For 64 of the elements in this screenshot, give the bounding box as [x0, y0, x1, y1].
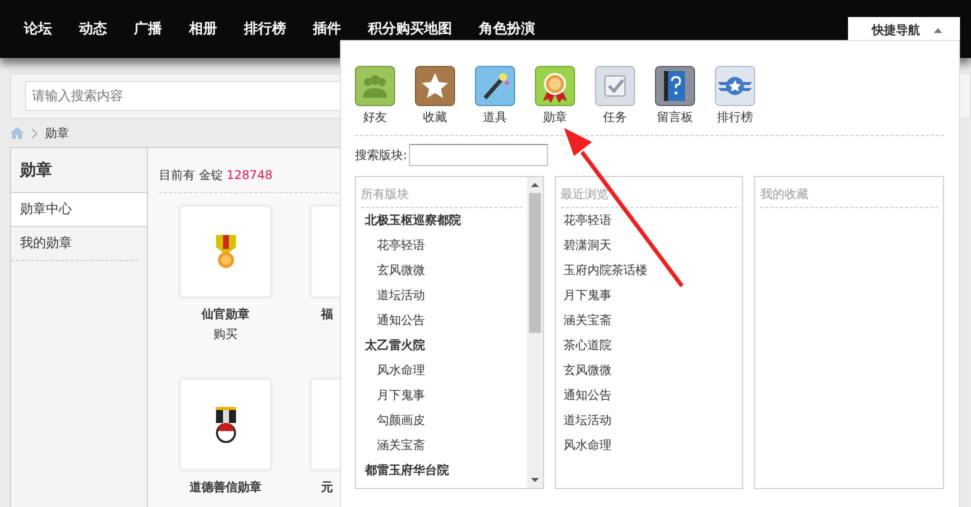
forum-group[interactable]: 北极玉枢巡察都院 — [361, 208, 522, 233]
forum-search-label: 搜索版块: — [355, 146, 408, 164]
wand-icon — [475, 66, 515, 106]
forum-link[interactable]: 月下鬼事 — [560, 283, 738, 308]
list-title: 我的收藏 — [760, 177, 938, 208]
breadcrumb-current: 勋章 — [45, 124, 69, 142]
medal-name[interactable]: 道德善信勋章 — [190, 479, 262, 496]
medal-icon — [214, 406, 236, 442]
forum-link[interactable]: 通知公告 — [361, 308, 522, 333]
medal-name[interactable]: 福 — [321, 306, 333, 323]
app-link[interactable]: 任务 — [595, 66, 635, 126]
forum-group[interactable]: 太乙雷火院 — [361, 333, 522, 358]
nav-link[interactable]: 论坛 — [24, 20, 52, 38]
forum-link[interactable]: 玄风微微 — [560, 358, 738, 383]
balance-value: 128748 — [226, 168, 272, 182]
scroll-thumb[interactable] — [528, 193, 541, 333]
forum-link[interactable]: 碧潇洞天 — [560, 233, 738, 258]
scroll-up-icon[interactable] — [530, 183, 539, 187]
forum-link[interactable]: 风水命理 — [361, 358, 522, 383]
checkbox-icon — [595, 66, 635, 106]
nav-link[interactable]: 相册 — [189, 20, 217, 38]
forum-link[interactable]: 通知公告 — [560, 383, 738, 408]
nav-link[interactable]: 角色扮演 — [479, 20, 535, 38]
sidebar-item[interactable]: 勋章中心 — [11, 193, 147, 227]
people-icon — [355, 66, 395, 106]
nav-link[interactable]: 插件 — [313, 20, 341, 38]
medal-name[interactable]: 仙官勋章 — [202, 306, 250, 323]
forum-link[interactable]: 道坛活动 — [560, 408, 738, 433]
list-title: 所有版块 — [361, 177, 522, 208]
sidebar-item[interactable]: 我的勋章 — [11, 227, 138, 261]
scroll-down-icon[interactable] — [530, 478, 539, 482]
forum-link[interactable]: 花亭轻语 — [361, 233, 522, 258]
app-link[interactable]: 道具 — [475, 66, 515, 126]
forum-link[interactable]: 月下鬼事 — [361, 383, 522, 408]
forum-link[interactable]: 涵关宝斋 — [560, 308, 738, 333]
medal-icon — [214, 234, 236, 268]
list-title: 最近浏览 — [560, 177, 738, 208]
medal-card[interactable] — [178, 377, 273, 472]
nav-link[interactable]: 积分购买地图 — [368, 20, 452, 38]
balance-label: 目前有 金锭 — [159, 168, 223, 182]
app-link[interactable]: 勋章 — [535, 66, 575, 126]
app-link[interactable]: 排行榜 — [715, 66, 755, 126]
forum-group[interactable]: 都雷玉府华台院 — [361, 458, 522, 483]
forum-link[interactable]: 玉府内院茶话楼 — [560, 258, 738, 283]
scrollbar[interactable] — [526, 177, 543, 488]
chevron-icon — [32, 128, 37, 138]
app-link[interactable]: 留言板 — [655, 66, 695, 126]
forum-link[interactable]: 茶心道院 — [560, 333, 738, 358]
home-icon[interactable] — [10, 127, 24, 139]
forum-link[interactable]: 勾颜画皮 — [361, 408, 522, 433]
medal-icon — [535, 66, 575, 106]
forum-link[interactable]: 玄风微微 — [361, 258, 522, 283]
buy-link[interactable]: 购买 — [214, 326, 238, 343]
forum-link[interactable]: 花亭轻语 — [560, 208, 738, 233]
medal-name[interactable]: 元 — [321, 479, 333, 496]
nav-link[interactable]: 广播 — [134, 20, 162, 38]
nav-link[interactable]: 动态 — [79, 20, 107, 38]
forum-search-field[interactable] — [409, 144, 548, 166]
forum-link[interactable]: 道坛活动 — [361, 283, 522, 308]
forum-link[interactable]: 涵关宝斋 — [361, 433, 522, 458]
book-icon — [655, 66, 695, 106]
forum-link[interactable]: 风水命理 — [560, 433, 738, 458]
caret-icon — [934, 28, 942, 32]
nav-link[interactable]: 排行榜 — [244, 20, 286, 38]
